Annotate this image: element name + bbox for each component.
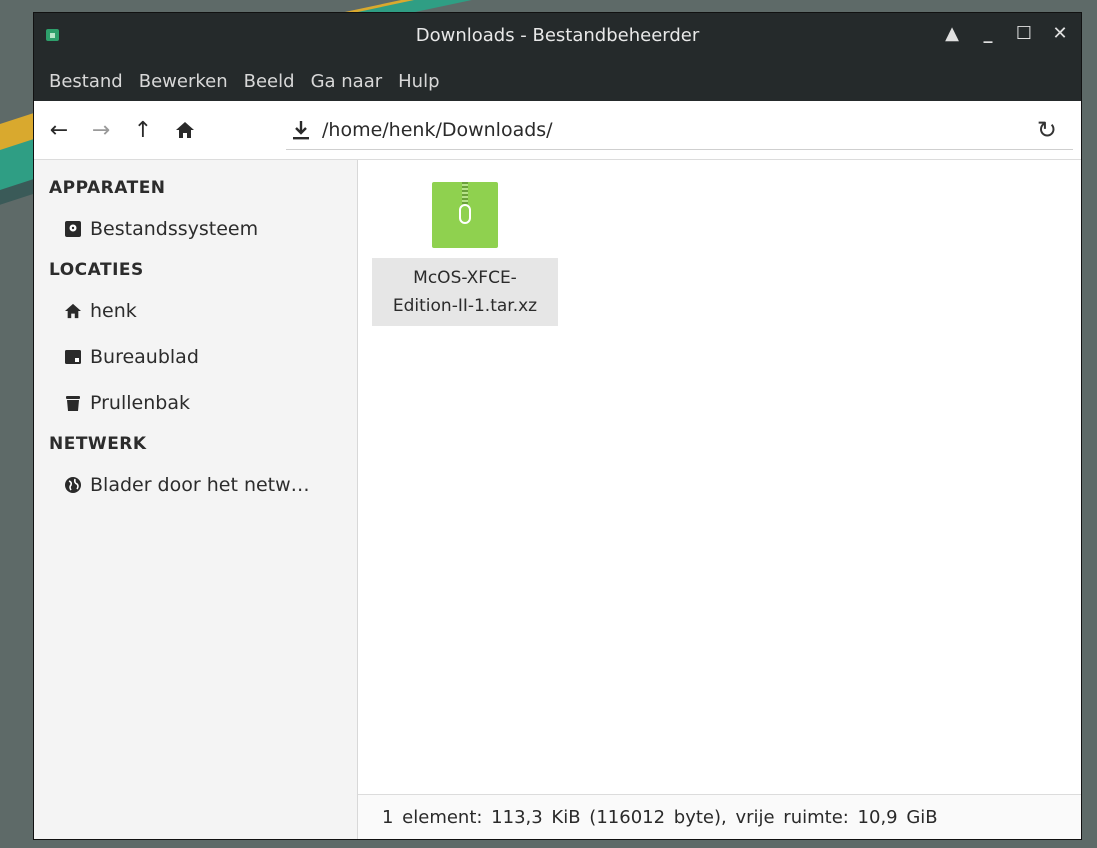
sidebar-item-label: Blader door het netw…: [90, 474, 310, 496]
location-path[interactable]: /home/henk/Downloads/: [322, 119, 553, 141]
window-controls: ▲ _ ☐ ✕: [943, 23, 1069, 44]
location-bar[interactable]: /home/henk/Downloads/ ↻: [286, 111, 1073, 150]
menu-bewerken[interactable]: Bewerken: [139, 71, 240, 92]
menu-hulp[interactable]: Hulp: [398, 71, 451, 92]
sidebar-item-label: henk: [90, 300, 137, 322]
disk-icon: [64, 220, 82, 238]
download-icon: [293, 121, 309, 140]
toolbar: ← → ↑ /home/henk/Downloads/ ↻: [34, 101, 1081, 160]
menu-beeld[interactable]: Beeld: [244, 71, 307, 92]
sidebar-item-desktop[interactable]: Bureaublad: [34, 334, 357, 380]
window-title: Downloads - Bestandbeheerder: [415, 25, 700, 46]
file-view[interactable]: McOS-XFCE- Edition-II-1.tar.xz 1 element…: [358, 160, 1081, 839]
status-text: 1 element: 113,3 KiB (116012 byte), vrij…: [382, 806, 938, 828]
globe-icon: [64, 476, 82, 494]
sidebar-item-browse-network[interactable]: Blader door het netw…: [34, 462, 357, 508]
arrow-up-icon: ↑: [133, 117, 153, 143]
desktop-icon: [64, 348, 82, 366]
sidebar-item-filesystem[interactable]: Bestandssysteem: [34, 206, 357, 252]
sidebar-header-places: LOCATIES: [49, 260, 144, 280]
home-icon: [64, 302, 82, 320]
reload-button[interactable]: ↻: [1037, 116, 1057, 144]
status-bar: 1 element: 113,3 KiB (116012 byte), vrij…: [358, 794, 1081, 839]
minimize-button[interactable]: _: [979, 23, 997, 44]
parent-folder-button[interactable]: ↑: [126, 113, 160, 147]
file-name-line-1: McOS-XFCE-: [413, 268, 517, 288]
home-button[interactable]: [168, 113, 202, 147]
content-area: APPARATEN Bestandssysteem LOCATIES henk …: [34, 160, 1081, 839]
menu-bar: Bestand Bewerken Beeld Ga naar Hulp: [34, 61, 1081, 101]
title-bar[interactable]: Downloads - Bestandbeheerder ▲ _ ☐ ✕: [34, 13, 1081, 61]
file-item[interactable]: McOS-XFCE- Edition-II-1.tar.xz: [372, 182, 558, 326]
sidebar-item-label: Prullenbak: [90, 392, 190, 414]
file-name: McOS-XFCE- Edition-II-1.tar.xz: [372, 258, 558, 326]
sidebar-header-network: NETWERK: [49, 434, 147, 454]
sidebar-header-devices: APPARATEN: [49, 178, 166, 198]
trash-icon: [64, 394, 82, 412]
shade-button[interactable]: ▲: [943, 23, 961, 44]
sidebar: APPARATEN Bestandssysteem LOCATIES henk …: [34, 160, 358, 839]
menu-ga-naar[interactable]: Ga naar: [311, 71, 395, 92]
forward-button[interactable]: →: [84, 113, 118, 147]
sidebar-item-trash[interactable]: Prullenbak: [34, 380, 357, 426]
file-manager-window: Downloads - Bestandbeheerder ▲ _ ☐ ✕ Bes…: [33, 12, 1082, 840]
close-button[interactable]: ✕: [1051, 23, 1069, 44]
archive-icon: [432, 182, 498, 248]
sidebar-item-label: Bestandssysteem: [90, 218, 259, 240]
arrow-right-icon: →: [91, 117, 111, 143]
back-button[interactable]: ←: [42, 113, 76, 147]
maximize-button[interactable]: ☐: [1015, 23, 1033, 44]
sidebar-item-label: Bureaublad: [90, 346, 199, 368]
menu-bestand[interactable]: Bestand: [49, 71, 135, 92]
arrow-left-icon: ←: [49, 117, 69, 143]
file-name-line-2: Edition-II-1.tar.xz: [392, 296, 538, 316]
home-icon: [176, 122, 194, 138]
sidebar-item-henk[interactable]: henk: [34, 288, 357, 334]
